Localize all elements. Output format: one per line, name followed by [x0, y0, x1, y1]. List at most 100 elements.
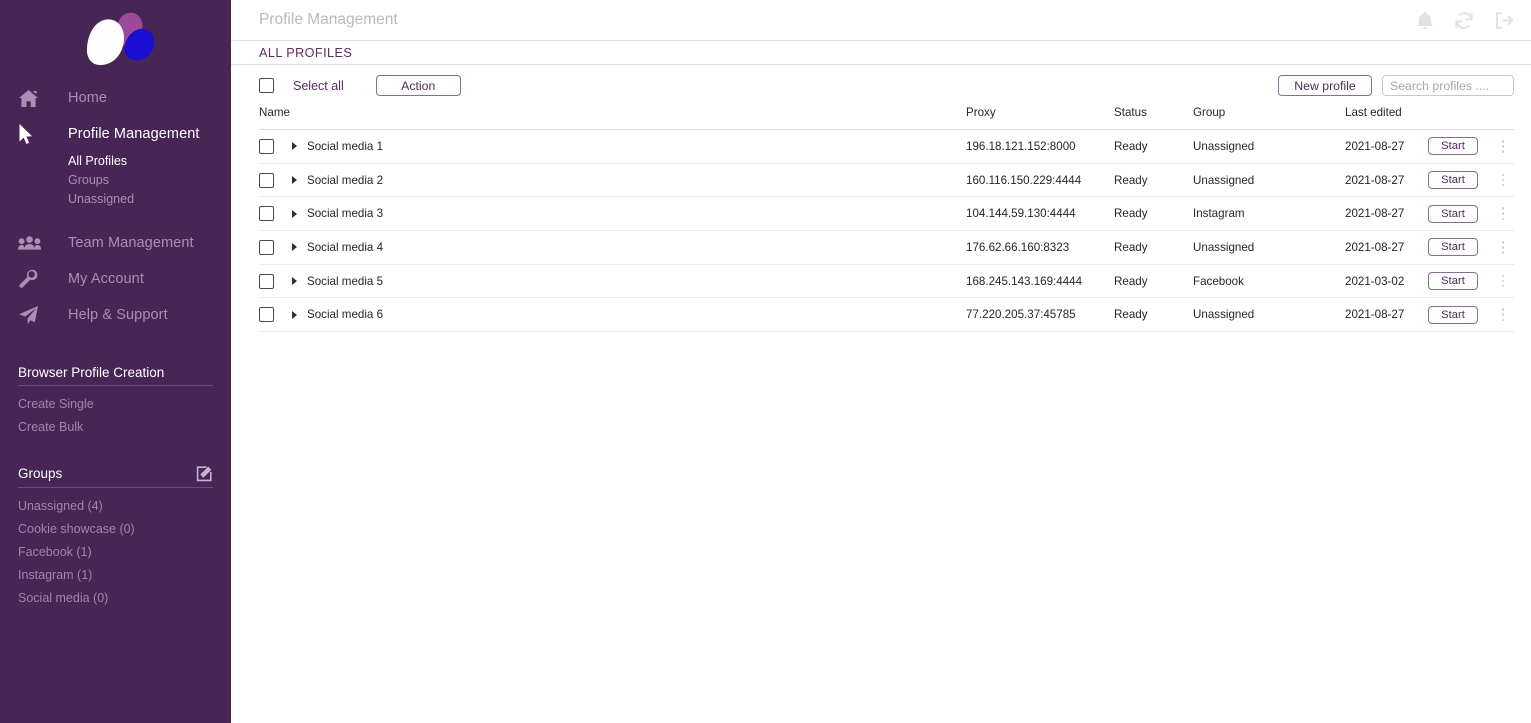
row-menu-icon[interactable] [1496, 173, 1510, 187]
group-item-cookie-showcase[interactable]: Cookie showcase (0) [18, 518, 213, 541]
profile-group: Unassigned [1193, 308, 1255, 322]
profile-status: Ready [1114, 173, 1148, 187]
row-actions: Start [1428, 171, 1514, 190]
cursor-icon [18, 123, 50, 145]
start-button[interactable]: Start [1428, 305, 1478, 324]
team-icon [18, 235, 50, 251]
row-checkbox[interactable] [259, 273, 274, 289]
column-header-proxy: Proxy [966, 106, 996, 119]
group-item-instagram[interactable]: Instagram (1) [18, 564, 213, 587]
start-button[interactable]: Start [1428, 238, 1478, 257]
profile-proxy: 168.245.143.169:4444 [966, 274, 1083, 288]
action-button[interactable]: Action [375, 75, 461, 96]
profile-status: Ready [1114, 274, 1148, 288]
start-button[interactable]: Start [1428, 137, 1478, 156]
profile-name: Social media 3 [307, 207, 384, 221]
page-title: Profile Management [259, 11, 398, 28]
app-logo[interactable] [0, 0, 231, 80]
start-button[interactable]: Start [1428, 171, 1478, 190]
row-menu-icon[interactable] [1496, 308, 1510, 322]
profile-group: Unassigned [1193, 240, 1255, 254]
create-single-link[interactable]: Create Single [18, 393, 213, 416]
profile-group: Unassigned [1193, 173, 1255, 187]
row-name-cell: Social media 6 [259, 307, 966, 323]
row-checkbox[interactable] [259, 172, 274, 188]
profile-last-edited: 2021-03-02 [1345, 274, 1405, 288]
refresh-icon[interactable] [1454, 11, 1474, 30]
logout-icon[interactable] [1494, 11, 1514, 30]
sidebar-item-profile-management[interactable]: Profile Management [0, 116, 231, 152]
row-menu-icon[interactable] [1496, 139, 1510, 153]
toolbar-right: New profile [1278, 75, 1514, 96]
row-checkbox[interactable] [259, 307, 274, 323]
row-name-cell: Social media 4 [259, 239, 966, 255]
profile-last-edited: 2021-08-27 [1345, 240, 1405, 254]
table-row[interactable]: Social media 5 168.245.143.169:4444 Read… [259, 265, 1514, 299]
profile-group: Unassigned [1193, 139, 1255, 153]
profile-status: Ready [1114, 139, 1148, 153]
create-bulk-link[interactable]: Create Bulk [18, 416, 213, 439]
start-button[interactable]: Start [1428, 272, 1478, 291]
table-row[interactable]: Social media 3 104.144.59.130:4444 Ready… [259, 197, 1514, 232]
row-name-cell: Social media 1 [259, 138, 966, 154]
group-item-social-media[interactable]: Social media (0) [18, 587, 213, 610]
sidebar-subnav: All Profiles Groups Unassigned [0, 152, 231, 209]
sidebar-item-groups[interactable]: Groups [68, 171, 231, 190]
profile-last-edited: 2021-08-27 [1345, 207, 1405, 221]
edit-square-icon[interactable] [196, 465, 213, 482]
sidebar-item-home[interactable]: Home [0, 80, 231, 116]
row-menu-icon[interactable] [1496, 241, 1510, 254]
wrench-icon [18, 269, 50, 289]
expand-row-icon[interactable] [292, 176, 297, 185]
tab-all-profiles[interactable]: ALL PROFILES [259, 46, 352, 60]
top-bar: Profile Management [231, 0, 1531, 41]
profile-proxy: 160.116.150.229:4444 [966, 173, 1082, 187]
row-checkbox[interactable] [259, 138, 274, 154]
sidebar-item-unassigned[interactable]: Unassigned [68, 190, 231, 209]
column-header-group: Group [1193, 106, 1226, 119]
sidebar: Home Profile Management All Profiles Gro… [0, 0, 231, 723]
start-button[interactable]: Start [1428, 204, 1478, 223]
profile-last-edited: 2021-08-27 [1345, 173, 1405, 187]
row-menu-icon[interactable] [1496, 274, 1510, 288]
profile-proxy: 77.220.205.37:45785 [966, 308, 1076, 322]
profile-name: Social media 2 [307, 173, 384, 187]
row-name-cell: Social media 2 [259, 172, 966, 188]
profile-proxy: 104.144.59.130:4444 [966, 207, 1076, 221]
profile-name: Social media 4 [307, 240, 384, 254]
row-checkbox[interactable] [259, 206, 274, 222]
new-profile-button[interactable]: New profile [1278, 75, 1372, 96]
sidebar-item-label: My Account [68, 271, 144, 287]
profile-status: Ready [1114, 308, 1148, 322]
table-row[interactable]: Social media 6 77.220.205.37:45785 Ready… [259, 298, 1514, 333]
sidebar-item-help-support[interactable]: Help & Support [0, 297, 231, 333]
sidebar-item-team-management[interactable]: Team Management [0, 225, 231, 261]
sidebar-item-label: Help & Support [68, 307, 168, 323]
row-checkbox[interactable] [259, 239, 274, 255]
paper-plane-icon [18, 305, 50, 325]
expand-row-icon[interactable] [292, 310, 297, 319]
group-item-facebook[interactable]: Facebook (1) [18, 541, 213, 564]
table-row[interactable]: Social media 2 160.116.150.229:4444 Read… [259, 164, 1514, 198]
column-header-status: Status [1114, 106, 1147, 119]
select-all-label[interactable]: Select all [293, 79, 344, 93]
search-input[interactable] [1382, 75, 1514, 96]
sidebar-item-label: Profile Management [68, 126, 200, 142]
app-root: Home Profile Management All Profiles Gro… [0, 0, 1531, 723]
table-row[interactable]: Social media 4 176.62.66.160:8323 Ready … [259, 231, 1514, 265]
sidebar-item-label: Home [68, 90, 108, 106]
row-menu-icon[interactable] [1496, 207, 1510, 221]
sidebar-item-my-account[interactable]: My Account [0, 261, 231, 297]
group-item-unassigned[interactable]: Unassigned (4) [18, 495, 213, 518]
table-header-row: Name Proxy Status Group Last edited [259, 106, 1514, 130]
main-content: Profile Management ALL PROFILES Select a… [231, 0, 1531, 723]
table-row[interactable]: Social media 1 196.18.121.152:8000 Ready… [259, 130, 1514, 164]
expand-row-icon[interactable] [292, 142, 297, 151]
row-actions: Start [1428, 238, 1514, 257]
sidebar-item-all-profiles[interactable]: All Profiles [68, 152, 231, 171]
select-all-checkbox[interactable] [259, 78, 274, 93]
expand-row-icon[interactable] [292, 277, 297, 286]
expand-row-icon[interactable] [292, 209, 297, 218]
expand-row-icon[interactable] [292, 243, 297, 252]
bell-icon[interactable] [1416, 11, 1434, 30]
